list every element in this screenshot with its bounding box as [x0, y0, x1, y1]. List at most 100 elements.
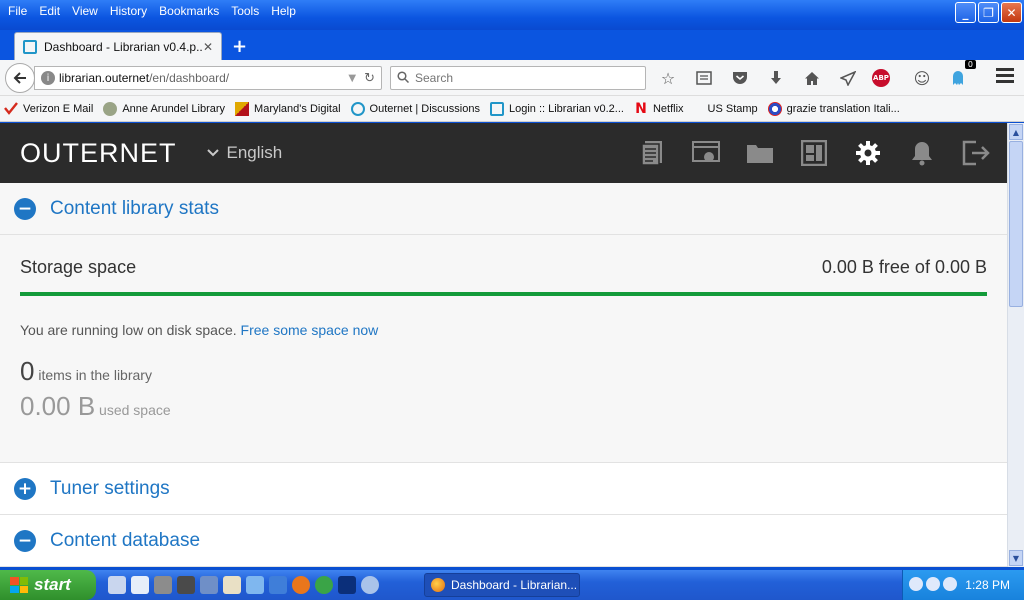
close-tab-icon[interactable]: ✕ [203, 40, 213, 54]
collapse-icon[interactable]: − [14, 529, 36, 552]
url-bar[interactable]: i librarian.outernet/en/dashboard/ ▼ ↻ [34, 66, 382, 90]
menu-view[interactable]: View [66, 4, 104, 18]
outernet-logo[interactable]: OUTERNET [20, 138, 177, 169]
notifications-icon[interactable] [905, 136, 939, 170]
new-tab-button[interactable]: + [232, 36, 247, 57]
quick-launch-app-icon[interactable] [246, 576, 264, 594]
free-space-link[interactable]: Free some space now [241, 322, 379, 338]
bookmark-label: Anne Arundel Library [122, 102, 226, 115]
windows-logo-icon [10, 577, 28, 593]
section-header-stats[interactable]: − Content library stats [0, 183, 1007, 235]
warning-text: You are running low on disk space. [20, 322, 241, 338]
quick-launch-app-icon[interactable] [361, 576, 379, 594]
adblock-plus-icon[interactable]: ABP [872, 69, 890, 87]
search-bar[interactable] [390, 66, 646, 90]
menu-tools[interactable]: Tools [225, 4, 265, 18]
collapse-icon[interactable]: − [14, 197, 36, 220]
chrome-icon[interactable] [315, 576, 333, 594]
bookmark-maryland[interactable]: Maryland's Digital [235, 101, 341, 116]
quick-launch-app-icon[interactable] [131, 576, 149, 594]
minimize-button[interactable]: _ [955, 2, 976, 23]
logout-icon[interactable] [959, 136, 993, 170]
quick-launch-app-icon[interactable] [200, 576, 218, 594]
bookmark-label: Netflix [652, 102, 684, 115]
menu-edit[interactable]: Edit [33, 4, 66, 18]
home-icon[interactable] [800, 66, 824, 90]
url-path: /en/dashboard/ [149, 71, 230, 85]
quick-launch-app-icon[interactable] [338, 576, 356, 594]
outernet-icon [350, 101, 365, 116]
menu-bar: File Edit View History Bookmarks Tools H… [0, 0, 302, 22]
quick-launch-app-icon[interactable] [154, 576, 172, 594]
settings-icon[interactable] [851, 136, 885, 170]
dashboard-icon[interactable] [797, 136, 831, 170]
tab-strip: Dashboard - Librarian v0.4.p... ✕ + [0, 30, 1024, 60]
url-text[interactable]: librarian.outernet/en/dashboard/ [59, 71, 348, 85]
used-space-label: used space [95, 402, 171, 418]
bookmark-label: Maryland's Digital [254, 102, 341, 115]
section-header-tuner[interactable]: + Tuner settings [0, 463, 1007, 515]
search-input[interactable] [415, 71, 615, 85]
quick-launch-app-icon[interactable] [223, 576, 241, 594]
navigation-bar: i librarian.outernet/en/dashboard/ ▼ ↻ ☆… [0, 60, 1024, 96]
scroll-up-icon[interactable]: ▲ [1009, 124, 1023, 140]
quick-launch [108, 576, 384, 594]
tray-icons [909, 577, 960, 591]
content-icon[interactable] [635, 136, 669, 170]
restore-button[interactable]: ❐ [978, 2, 999, 23]
language-selector[interactable]: English [206, 143, 282, 163]
apps-icon[interactable] [689, 136, 723, 170]
taskbar-item-firefox[interactable]: Dashboard - Librarian... [424, 573, 580, 597]
bookmark-label: grazie translation Itali... [786, 102, 900, 115]
pocket-icon[interactable] [728, 66, 752, 90]
page-scrollbar[interactable]: ▲ ▼ [1007, 123, 1024, 567]
start-label: start [34, 575, 71, 594]
bookmark-star-icon[interactable]: ☆ [656, 66, 680, 90]
ie-icon[interactable] [269, 576, 287, 594]
quick-launch-app-icon[interactable] [177, 576, 195, 594]
menu-hamburger-icon[interactable] [996, 68, 1014, 86]
site-info-icon[interactable]: i [41, 71, 55, 85]
start-button[interactable]: start [0, 570, 96, 600]
bookmark-grazie[interactable]: grazie translation Itali... [767, 101, 900, 116]
menu-file[interactable]: File [2, 4, 33, 18]
bookmark-label: Login :: Librarian v0.2... [508, 102, 624, 115]
tab-dashboard[interactable]: Dashboard - Librarian v0.4.p... ✕ [14, 32, 222, 60]
close-window-button[interactable]: ✕ [1001, 2, 1022, 23]
download-icon[interactable] [764, 66, 788, 90]
librarian-icon [489, 101, 504, 116]
storage-progress-bar [20, 292, 987, 296]
storage-label: Storage space [20, 257, 137, 277]
scroll-down-icon[interactable]: ▼ [1009, 550, 1023, 566]
section-title-database: Content database [50, 529, 201, 551]
smiley-icon[interactable]: ☺ [910, 66, 934, 90]
title-bar: File Edit View History Bookmarks Tools H… [0, 0, 1024, 30]
tray-expand-icon[interactable] [909, 577, 923, 591]
volume-icon[interactable] [943, 577, 957, 591]
back-button[interactable] [5, 63, 35, 93]
bookmark-verizon[interactable]: Verizon E Mail [4, 101, 93, 116]
bookmark-us-stamp[interactable]: US Stamp [708, 103, 758, 115]
reload-icon[interactable]: ↻ [364, 71, 375, 86]
clock[interactable]: 1:28 PM [965, 578, 1010, 592]
menu-bookmarks[interactable]: Bookmarks [153, 4, 225, 18]
url-dropdown-icon[interactable]: ▼ [348, 73, 356, 84]
menu-help[interactable]: Help [265, 4, 302, 18]
menu-history[interactable]: History [104, 4, 153, 18]
reading-list-icon[interactable] [692, 66, 716, 90]
bookmark-outernet[interactable]: Outernet | Discussions [350, 101, 480, 116]
network-icon[interactable] [926, 577, 940, 591]
quick-launch-app-icon[interactable] [108, 576, 126, 594]
search-icon [397, 70, 410, 86]
items-count: 0 [20, 356, 35, 386]
expand-icon[interactable]: + [14, 477, 36, 500]
bookmark-anne-arundel[interactable]: Anne Arundel Library [103, 101, 226, 116]
ghostery-icon[interactable]: 0 [946, 60, 976, 90]
bookmark-librarian[interactable]: Login :: Librarian v0.2... [489, 101, 624, 116]
section-header-database[interactable]: − Content database [0, 515, 1007, 567]
send-icon[interactable] [836, 66, 860, 90]
files-icon[interactable] [743, 136, 777, 170]
bookmark-netflix[interactable]: N Netflix [634, 102, 684, 116]
scroll-thumb[interactable] [1009, 141, 1023, 307]
firefox-icon[interactable] [292, 576, 310, 594]
